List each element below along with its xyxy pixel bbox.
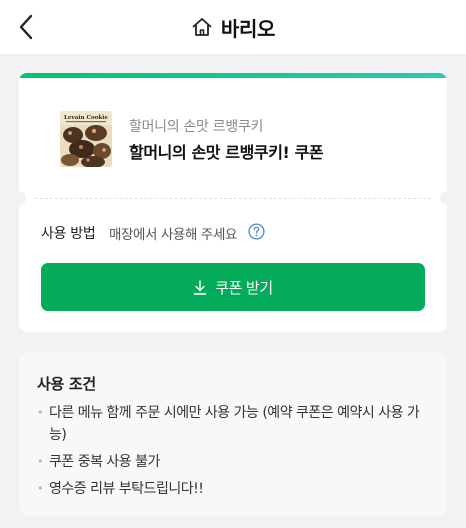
- coupon-card: Levain Cookie 할머니의 손맛 르뱅쿠키 할머니의 손맛 르뱅쿠키!…: [19, 73, 447, 332]
- condition-text: 쿠폰 중복 사용 불가: [49, 454, 160, 470]
- usage-label: 사용 방법: [41, 226, 96, 242]
- question-circle-icon[interactable]: [248, 223, 265, 240]
- download-icon: [193, 279, 207, 295]
- coupon-brand: 할머니의 손맛 르뱅쿠키: [129, 119, 264, 135]
- condition-text: 다른 메뉴 함께 주문 시에만 사용 가능 (예약 쿠폰은 예약시 사용 가능): [49, 405, 420, 443]
- ticket-notch-right: [440, 191, 447, 205]
- conditions-title: 사용 조건: [37, 375, 96, 393]
- usage-conditions: 사용 조건 • 다른 메뉴 함께 주문 시에만 사용 가능 (예약 쿠폰은 예약…: [19, 352, 447, 516]
- coupon-thumbnail: Levain Cookie: [60, 111, 112, 167]
- page-title[interactable]: 바리오: [221, 13, 276, 42]
- get-coupon-label: 쿠폰 받기: [215, 279, 273, 297]
- condition-item: • 영수증 리뷰 부탁드립니다!!: [37, 478, 429, 500]
- top-bar: 바리오: [0, 0, 466, 54]
- home-icon[interactable]: [191, 16, 213, 38]
- thumbnail-label: Levain Cookie: [64, 115, 108, 121]
- perforation-divider: [35, 198, 431, 199]
- ticket-notch-left: [19, 191, 26, 205]
- condition-item: • 다른 메뉴 함께 주문 시에만 사용 가능 (예약 쿠폰은 예약시 사용 가…: [37, 402, 429, 446]
- get-coupon-button[interactable]: 쿠폰 받기: [41, 263, 425, 311]
- bullet-dot: •: [37, 406, 44, 419]
- title-group: 바리오: [0, 0, 466, 54]
- condition-item: • 쿠폰 중복 사용 불가: [37, 451, 429, 473]
- coupon-title: 할머니의 손맛 르뱅쿠키! 쿠폰: [129, 143, 324, 162]
- condition-text: 영수증 리뷰 부탁드립니다!!: [49, 481, 204, 497]
- conditions-list: • 다른 메뉴 함께 주문 시에만 사용 가능 (예약 쿠폰은 예약시 사용 가…: [37, 402, 429, 505]
- card-accent-bar: [19, 73, 447, 78]
- usage-value: 매장에서 사용해 주세요: [109, 227, 237, 243]
- bullet-dot: •: [37, 482, 44, 495]
- bullet-dot: •: [37, 455, 44, 468]
